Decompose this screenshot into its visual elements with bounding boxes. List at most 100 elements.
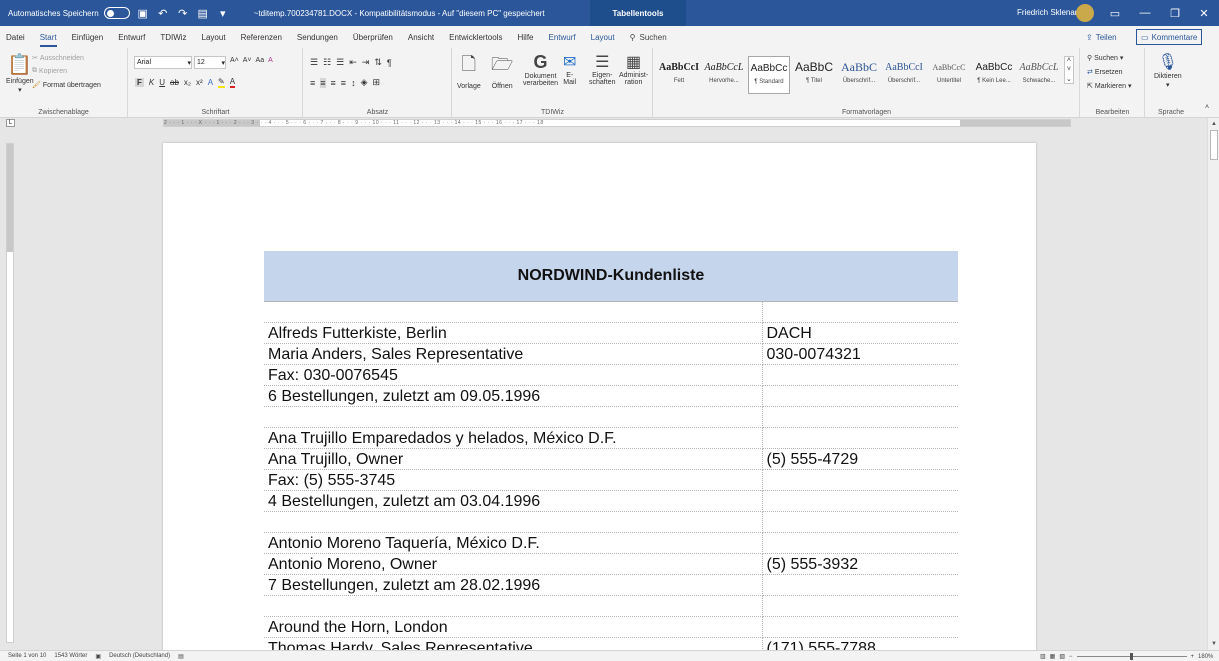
sort-icon[interactable]: ⇅ — [374, 57, 382, 68]
pilcrow-icon[interactable]: ¶ — [387, 58, 392, 68]
info-cell[interactable] — [762, 595, 958, 617]
find-button[interactable]: ⚲ Suchen ▾ — [1087, 54, 1123, 63]
scroll-down-icon[interactable]: ▼ — [1209, 639, 1219, 649]
style-titel[interactable]: AaBbC ¶ Titel — [793, 56, 835, 94]
ruler-strip[interactable]: 2 · · · 1 · · · X · · · 1 · · · 2 · · · … — [163, 119, 1071, 127]
eigenschaften-button[interactable]: ☰ Eigen- schaften — [589, 52, 615, 86]
avatar[interactable] — [1076, 4, 1094, 22]
customer-cell[interactable]: 6 Bestellungen, zuletzt am 09.05.1996 — [264, 385, 763, 407]
info-cell[interactable] — [762, 385, 958, 407]
vertical-ruler[interactable] — [6, 143, 14, 643]
redo-icon[interactable]: ↷ — [176, 6, 190, 20]
info-cell[interactable] — [762, 490, 958, 512]
share-button[interactable]: ⇪ Teilen — [1080, 30, 1123, 44]
vertical-scrollbar[interactable]: ▲ ▼ — [1207, 118, 1219, 650]
table-row[interactable]: Maria Anders, Sales Representative 030-00… — [264, 343, 958, 365]
subscript-icon[interactable]: x₂ — [184, 78, 191, 87]
tab-ueberpruefen[interactable]: Überprüfen — [353, 33, 393, 42]
clear-format-icon[interactable]: A — [268, 57, 273, 64]
justify-icon[interactable]: ≡ — [341, 78, 346, 88]
customer-table[interactable]: NORDWIND-Kundenliste Alfreds Futterkiste… — [264, 251, 958, 653]
table-row[interactable]: Ana Trujillo, Owner (5) 555-4729 — [264, 448, 958, 470]
zoom-in-icon[interactable]: + — [1191, 654, 1195, 660]
dictate-button[interactable]: 🎙 Diktieren ▾ — [1154, 52, 1182, 89]
customer-cell[interactable] — [264, 301, 763, 323]
save-icon[interactable]: ▣ — [136, 6, 150, 20]
zoom-slider[interactable] — [1076, 653, 1187, 660]
increase-indent-icon[interactable]: ⇥ — [362, 57, 370, 68]
style-schwache-hervorhebung[interactable]: AaBbCcL Schwache... — [1018, 56, 1060, 94]
decrease-indent-icon[interactable]: ⇤ — [349, 57, 357, 68]
language-indicator[interactable]: Deutsch (Deutschland) — [109, 653, 170, 659]
info-cell[interactable]: (5) 555-4729 — [762, 448, 958, 470]
style-ueberschrift-1[interactable]: AaBbC Überschrif... — [838, 56, 880, 94]
tab-start[interactable]: Start — [39, 33, 57, 47]
table-row[interactable]: Fax: (5) 555-3745 — [264, 469, 958, 491]
grow-font-icon[interactable]: A˄ — [230, 57, 239, 64]
shrink-font-icon[interactable]: A˅ — [243, 57, 252, 64]
style-standard[interactable]: AaBbCc ¶ Standard — [748, 56, 790, 94]
shading-icon[interactable]: ◈ — [361, 77, 368, 88]
strikethrough-icon[interactable]: ab — [170, 78, 179, 87]
horizontal-ruler[interactable]: L 2 · · · 1 · · · X · · · 1 · · · 2 · · … — [0, 118, 1219, 128]
bullets-icon[interactable]: ☰ — [310, 57, 318, 68]
document-page[interactable]: NORDWIND-Kundenliste Alfreds Futterkiste… — [163, 143, 1036, 653]
customer-cell[interactable]: Ana Trujillo Emparedados y helados, Méxi… — [264, 427, 763, 449]
close-icon[interactable]: ✕ — [1189, 0, 1219, 26]
font-size-combo[interactable]: 12 ▾ — [194, 56, 226, 69]
customer-cell[interactable]: Ana Trujillo, Owner — [264, 448, 763, 470]
tab-hilfe[interactable]: Hilfe — [517, 33, 533, 42]
table-row[interactable]: Antonio Moreno, Owner (5) 555-3932 — [264, 553, 958, 575]
autosave-toggle[interactable]: Automatisches Speichern — [8, 7, 130, 19]
chevron-up-icon[interactable]: ˄ — [1067, 57, 1071, 64]
info-cell[interactable] — [762, 469, 958, 491]
tab-tdiwiz[interactable]: TDIWiz — [160, 33, 186, 42]
tab-referenzen[interactable]: Referenzen — [241, 33, 282, 42]
web-layout-icon[interactable]: ▧ — [1059, 653, 1065, 660]
dokument-verarbeiten-button[interactable]: G Dokument verarbeiten — [523, 52, 558, 87]
style-ueberschrift-2[interactable]: AaBbCcI Überschrif... — [883, 56, 925, 94]
style-untertitel[interactable]: AaBbCcC Untertitel — [928, 56, 970, 94]
borders-icon[interactable]: ⊞ — [372, 77, 380, 88]
comments-button[interactable]: ▭ Kommentare — [1136, 29, 1203, 45]
undo-icon[interactable]: ↶ — [156, 6, 170, 20]
tab-entwicklertools[interactable]: Entwicklertools — [449, 33, 502, 42]
tab-table-layout[interactable]: Layout — [591, 33, 615, 42]
change-case-button[interactable]: Aa — [256, 57, 265, 64]
customize-toolbar-icon[interactable]: ▾ — [216, 6, 230, 20]
tab-entwurf[interactable]: Entwurf — [118, 33, 145, 42]
customer-cell[interactable]: Fax: (5) 555-3745 — [264, 469, 763, 491]
info-cell[interactable]: (5) 555-3932 — [762, 553, 958, 575]
gallery-more-icon[interactable]: ⌄ — [1066, 75, 1072, 83]
select-button[interactable]: ⇱ Markieren ▾ — [1087, 82, 1132, 91]
align-right-icon[interactable]: ≡ — [331, 78, 336, 88]
align-center-icon[interactable]: ≡ — [320, 77, 326, 88]
info-cell[interactable] — [762, 616, 958, 638]
numbering-icon[interactable]: ☷ — [323, 57, 331, 68]
superscript-icon[interactable]: x² — [196, 78, 203, 87]
zoom-out-icon[interactable]: − — [1069, 654, 1073, 660]
table-row[interactable]: Antonio Moreno Taquería, México D.F. — [264, 532, 958, 554]
font-color-icon[interactable]: A — [229, 77, 236, 88]
customer-cell[interactable] — [264, 595, 763, 617]
quick-access-icon[interactable]: ▤ — [196, 6, 210, 20]
text-effects-icon[interactable]: A — [208, 78, 213, 87]
table-row[interactable]: 6 Bestellungen, zuletzt am 09.05.1996 — [264, 385, 958, 407]
ribbon-display-icon[interactable]: ▭ — [1100, 0, 1130, 26]
copy-button[interactable]: ⧉ Kopieren — [32, 67, 67, 75]
multilevel-list-icon[interactable]: ☰ — [336, 57, 344, 68]
style-fett[interactable]: AaBbCcI Fett — [658, 56, 700, 94]
table-row[interactable]: 4 Bestellungen, zuletzt am 03.04.1996 — [264, 490, 958, 512]
tab-table-design[interactable]: Entwurf — [549, 33, 576, 42]
customer-cell[interactable]: Fax: 030-0076545 — [264, 364, 763, 386]
table-row[interactable]: Fax: 030-0076545 — [264, 364, 958, 386]
chevron-down-icon[interactable]: ˅ — [1067, 66, 1071, 73]
customer-cell[interactable]: Maria Anders, Sales Representative — [264, 343, 763, 365]
tab-selector[interactable]: L — [6, 119, 15, 127]
tell-me-search[interactable]: ⚲ Suchen — [630, 33, 667, 42]
table-row[interactable] — [264, 595, 958, 617]
highlight-icon[interactable]: ✎ — [218, 77, 225, 88]
table-row[interactable] — [264, 511, 958, 533]
collapse-ribbon-icon[interactable]: ˄ — [1205, 104, 1209, 111]
email-button[interactable]: ✉ E- Mail — [563, 52, 576, 86]
